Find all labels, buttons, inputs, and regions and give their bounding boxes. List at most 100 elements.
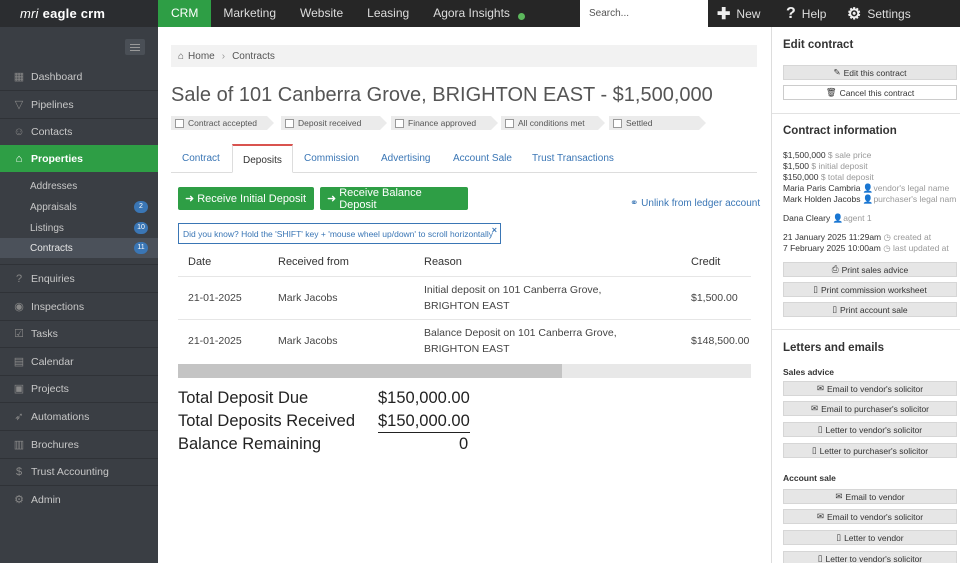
tab-contract[interactable]: Contract [182, 144, 220, 173]
letter-vendors-solicitor-as-button[interactable]: ▯ Letter to vendor's solicitor [783, 551, 957, 563]
sidebar-item-brochures[interactable]: ▥ Brochures [0, 431, 158, 458]
email-vendor-button[interactable]: ✉ Email to vendor [783, 489, 957, 504]
new-button[interactable]: ✚ New [717, 0, 760, 27]
print-sales-advice-button[interactable]: ⎙ Print sales advice [783, 262, 957, 277]
close-icon[interactable]: × [492, 225, 497, 235]
sidebar-item-trust-accounting[interactable]: $ Trust Accounting [0, 458, 158, 485]
email-vendors-solicitor-as-button[interactable]: ✉ Email to vendor's solicitor [783, 509, 957, 524]
sidebar-collapse-button[interactable] [125, 39, 145, 55]
envelope-icon: ✉ [810, 403, 819, 413]
count-badge: 10 [134, 222, 148, 234]
status-label: Finance approved [408, 118, 477, 128]
settings-button[interactable]: ⚙ Settings [847, 0, 911, 27]
updated-label: last updated at [892, 243, 949, 253]
sidebar-item-dashboard[interactable]: ▦ Dashboard [0, 63, 158, 90]
purchaser-label: purchaser's legal nam [873, 194, 957, 204]
button-label: Letter to vendor's solicitor [825, 424, 923, 435]
email-purchasers-solicitor-button[interactable]: ✉ Email to purchaser's solicitor [783, 401, 957, 416]
sidebar-subitem-addresses[interactable]: Addresses [0, 176, 158, 196]
sidebar-subitem-listings[interactable]: Listings 10 [0, 218, 158, 238]
sidebar-item-label: Pipelines [31, 98, 74, 111]
updated-at: 7 February 2025 10:00am [783, 243, 881, 253]
column-header-reason[interactable]: Reason [424, 256, 462, 268]
nav-marketing[interactable]: Marketing [211, 0, 288, 27]
unlink-ledger-link[interactable]: ⚭ Unlink from ledger account [630, 198, 760, 209]
calendar-icon: ▤ [13, 356, 25, 368]
tab-commission[interactable]: Commission [304, 144, 359, 173]
checkbox-icon [285, 119, 294, 128]
total-deposit-due-value: $150,000.00 [378, 389, 470, 407]
sidebar-subitem-appraisals[interactable]: Appraisals 2 [0, 197, 158, 217]
sale-price-label: $ sale price [827, 150, 872, 160]
sidebar-item-label: Dashboard [31, 70, 83, 83]
sidebar-subitem-contracts[interactable]: Contracts 11 [0, 238, 158, 258]
sidebar-item-pipelines[interactable]: ▽ Pipelines [0, 91, 158, 118]
sidebar-item-automations[interactable]: ➶ Automations [0, 403, 158, 430]
sign-in-icon: ➜ [185, 193, 195, 205]
total-deposit-due-label: Total Deposit Due [178, 389, 309, 407]
sidebar-item-enquiries[interactable]: ? Enquiries [0, 265, 158, 292]
horizontal-scrollbar[interactable] [178, 364, 751, 378]
dashboard-icon: ▦ [13, 71, 25, 83]
status-all-conditions-met[interactable]: All conditions met [501, 116, 605, 130]
breadcrumb-home[interactable]: Home [188, 51, 215, 62]
edit-contract-button[interactable]: ✎ Edit this contract [783, 65, 957, 80]
sidebar-item-calendar[interactable]: ▤ Calendar [0, 348, 158, 375]
print-account-sale-button[interactable]: ▯ Print account sale [783, 302, 957, 317]
link-label: Unlink from ledger account [641, 198, 761, 209]
print-commission-worksheet-button[interactable]: ▯ Print commission worksheet [783, 282, 957, 297]
letter-purchasers-solicitor-button[interactable]: ▯ Letter to purchaser's solicitor [783, 443, 957, 458]
brand-logo[interactable]: mri eagle crm [0, 0, 158, 27]
tab-account-sale[interactable]: Account Sale [453, 144, 512, 173]
document-icon: ▯ [811, 445, 817, 455]
gear-icon: ⚙ [847, 5, 862, 23]
status-contract-accepted[interactable]: Contract accepted [171, 116, 274, 130]
nav-website[interactable]: Website [288, 0, 355, 27]
sidebar-item-label: Properties [31, 152, 83, 165]
button-label: Email to vendor [845, 491, 905, 502]
status-deposit-received[interactable]: Deposit received [281, 116, 387, 130]
column-header-credit[interactable]: Credit [691, 256, 720, 268]
nav-leasing[interactable]: Leasing [355, 0, 421, 27]
vendor-row: Maria Paris Cambria 👤vendor's legal name [783, 183, 949, 194]
sidebar-item-contacts[interactable]: ☺ Contacts [0, 118, 158, 145]
scrollbar-thumb[interactable] [178, 364, 562, 378]
help-button[interactable]: ? Help [786, 0, 826, 27]
column-header-date[interactable]: Date [188, 256, 211, 268]
email-vendors-solicitor-button[interactable]: ✉ Email to vendor's solicitor [783, 381, 957, 396]
agent-name: Dana Cleary [783, 213, 831, 223]
nav-crm[interactable]: CRM [158, 0, 212, 27]
tab-advertising[interactable]: Advertising [381, 144, 430, 173]
status-settled[interactable]: Settled [609, 116, 706, 130]
sidebar-subitem-label: Listings [30, 222, 64, 234]
sidebar-item-tasks[interactable]: ☑ Tasks [0, 320, 158, 347]
tab-trust-transactions[interactable]: Trust Transactions [532, 144, 614, 173]
sidebar-item-projects[interactable]: ▣ Projects [0, 375, 158, 402]
search-input[interactable] [580, 0, 708, 27]
top-bar: mri eagle crm CRM Marketing Website Leas… [0, 0, 960, 27]
breadcrumb-current[interactable]: Contracts [232, 51, 275, 62]
sidebar-item-inspections[interactable]: ◉ Inspections [0, 293, 158, 320]
letter-vendor-button[interactable]: ▯ Letter to vendor [783, 530, 957, 545]
page-title: Sale of 101 Canberra Grove, BRIGHTON EAS… [171, 84, 713, 106]
cancel-contract-button[interactable]: 🗑 Cancel this contract [783, 85, 957, 100]
sidebar-item-admin[interactable]: ⚙ Admin [0, 486, 158, 513]
document-icon: ▯ [817, 553, 823, 563]
projects-icon: ▣ [13, 383, 25, 395]
sidebar-item-properties[interactable]: ⌂ Properties [0, 145, 158, 172]
person-icon: 👤 [862, 183, 874, 193]
button-label: Cancel this contract [839, 87, 915, 98]
button-label: Letter to purchaser's solicitor [819, 445, 929, 456]
tab-deposits[interactable]: Deposits [232, 144, 293, 173]
receive-balance-deposit-button[interactable]: ➜ Receive Balance Deposit [320, 187, 468, 211]
created-row: 21 January 2025 11:29am ◷ created at [783, 232, 931, 243]
status-finance-approved[interactable]: Finance approved [391, 116, 498, 130]
status-label: All conditions met [518, 118, 585, 128]
column-header-received-from[interactable]: Received from [278, 256, 349, 268]
nav-agora-insights[interactable]: Agora Insights [421, 0, 528, 27]
purchaser-row: Mark Holden Jacobs 👤purchaser's legal na… [783, 194, 956, 205]
status-label: Settled [626, 118, 653, 128]
sidebar-item-label: Enquiries [31, 272, 75, 285]
receive-initial-deposit-button[interactable]: ➜ Receive Initial Deposit [178, 187, 314, 210]
letter-vendors-solicitor-button[interactable]: ▯ Letter to vendor's solicitor [783, 422, 957, 437]
